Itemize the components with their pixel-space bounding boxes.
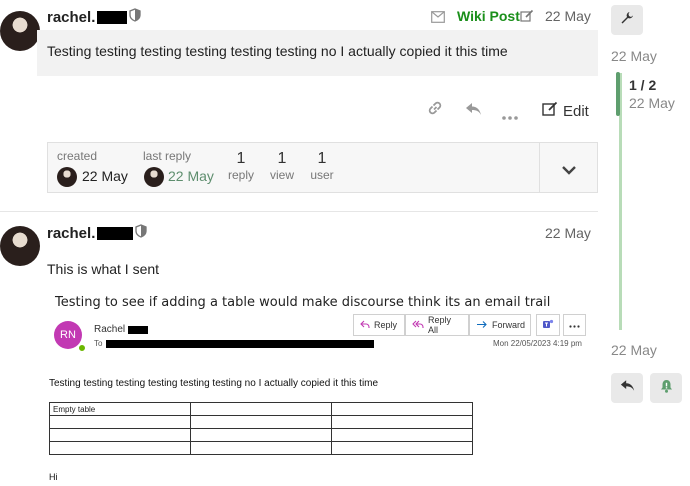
reply-all-label: Reply All: [428, 315, 452, 335]
table-cell: [190, 402, 332, 416]
post1-actions: [427, 100, 445, 120]
timeline-reply-button[interactable]: [611, 373, 643, 403]
sender-name-row: Rachel: [94, 324, 149, 335]
created-avatar[interactable]: [57, 167, 77, 187]
post1-body: Testing testing testing testing testing …: [37, 30, 598, 76]
link-icon[interactable]: [427, 100, 445, 121]
table-cell: [49, 428, 191, 442]
teams-icon: [542, 318, 554, 332]
redacted-name: [97, 226, 134, 240]
shield-icon: [129, 7, 142, 27]
post2-text: This is what I sent: [47, 261, 160, 277]
wrench-icon: [620, 11, 634, 30]
email-closing: Hi: [49, 472, 58, 482]
users-count: 1: [317, 150, 327, 167]
edit-icon: [542, 101, 558, 122]
post-separator: [0, 211, 598, 212]
admin-wrench-button[interactable]: [611, 5, 643, 35]
reply-icon: [360, 320, 370, 331]
wiki-post-badge[interactable]: Wiki Post: [457, 8, 520, 24]
views-count: 1: [277, 150, 287, 167]
chevron-down-icon[interactable]: [561, 162, 577, 180]
table-cell: [190, 441, 332, 455]
last-reply-label: last reply: [143, 149, 192, 163]
email-more-button: [563, 314, 586, 336]
timeline-handle[interactable]: [616, 72, 620, 116]
sender-name: Rachel: [94, 324, 126, 335]
reply-all-button: Reply All: [405, 314, 469, 336]
email-body-line: Testing testing testing testing testing …: [49, 378, 379, 389]
timeline-end-date[interactable]: 22 May: [611, 342, 657, 358]
redacted-recipients: [106, 339, 375, 348]
post1-header: rachel.: [47, 7, 142, 27]
recipient-row: To: [94, 339, 375, 348]
table-cell: [331, 441, 473, 455]
presence-dot: [78, 344, 86, 352]
pencil-icon: [520, 9, 534, 28]
table-cell: Empty table: [49, 402, 191, 416]
views-label: view: [269, 168, 294, 182]
reply-arrow-icon[interactable]: [465, 102, 482, 121]
forward-label: Forward: [492, 320, 526, 330]
last-reply-avatar[interactable]: [144, 167, 164, 187]
reply-label: Reply: [374, 320, 398, 330]
to-label: To: [94, 339, 103, 348]
forward-icon: [476, 320, 488, 331]
topic-map-divider: [539, 143, 540, 192]
post2-date[interactable]: 22 May: [545, 225, 591, 241]
email-timestamp: Mon 22/05/2023 4:19 pm: [493, 339, 582, 348]
table-cell: [190, 428, 332, 442]
forward-button: Forward: [469, 314, 531, 336]
last-reply-date[interactable]: 22 May: [168, 168, 214, 184]
reply-all-icon: [412, 320, 424, 331]
redacted-sender: [128, 325, 149, 334]
post2-username[interactable]: rachel.: [47, 225, 95, 242]
post1-avatar[interactable]: [0, 11, 40, 51]
table-cell: [331, 428, 473, 442]
bell-icon: [660, 379, 673, 398]
post2-header: rachel.: [47, 223, 148, 243]
table-cell: [331, 415, 473, 429]
shield-icon: [135, 223, 148, 243]
replies-stat: 1 reply: [226, 150, 256, 182]
post1-text: Testing testing testing testing testing …: [47, 43, 508, 59]
sender-initials: RN: [60, 329, 76, 341]
created-label: created: [57, 149, 98, 163]
reply-button: Reply: [353, 314, 405, 336]
edit-button[interactable]: Edit: [542, 101, 589, 122]
timeline-position: 1 / 2: [629, 77, 657, 93]
timeline-start-date[interactable]: 22 May: [611, 48, 657, 64]
post1-username[interactable]: rachel.: [47, 9, 95, 26]
users-stat: 1 user: [307, 150, 337, 182]
table-row: Empty table: [49, 402, 473, 416]
table-row: [49, 428, 473, 442]
edit-label: Edit: [563, 103, 589, 120]
table-cell: [49, 441, 191, 455]
teams-button: [536, 314, 560, 336]
users-label: user: [310, 168, 334, 182]
post2-avatar[interactable]: [0, 226, 40, 266]
email-table: Empty table: [49, 402, 473, 455]
ellipsis-icon: [569, 320, 580, 330]
more-options-icon[interactable]: [502, 107, 518, 125]
table-cell: [190, 415, 332, 429]
replies-count: 1: [236, 150, 246, 167]
topic-map: created 22 May last reply 22 May 1 reply…: [47, 142, 598, 193]
post1-date[interactable]: 22 May: [545, 8, 591, 24]
reply-arrow-icon: [620, 379, 635, 397]
notification-bell-button[interactable]: [650, 373, 682, 403]
views-stat: 1 view: [267, 150, 297, 182]
table-cell: [331, 402, 473, 416]
email-subject: Testing to see if adding a table would m…: [55, 295, 551, 310]
table-row: [49, 441, 473, 455]
replies-label: reply: [227, 168, 254, 182]
table-cell: [49, 415, 191, 429]
created-date[interactable]: 22 May: [82, 168, 128, 184]
mail-icon[interactable]: [431, 10, 445, 28]
table-row: [49, 415, 473, 429]
timeline-position-date: 22 May: [629, 95, 675, 111]
redacted-name: [97, 10, 128, 24]
